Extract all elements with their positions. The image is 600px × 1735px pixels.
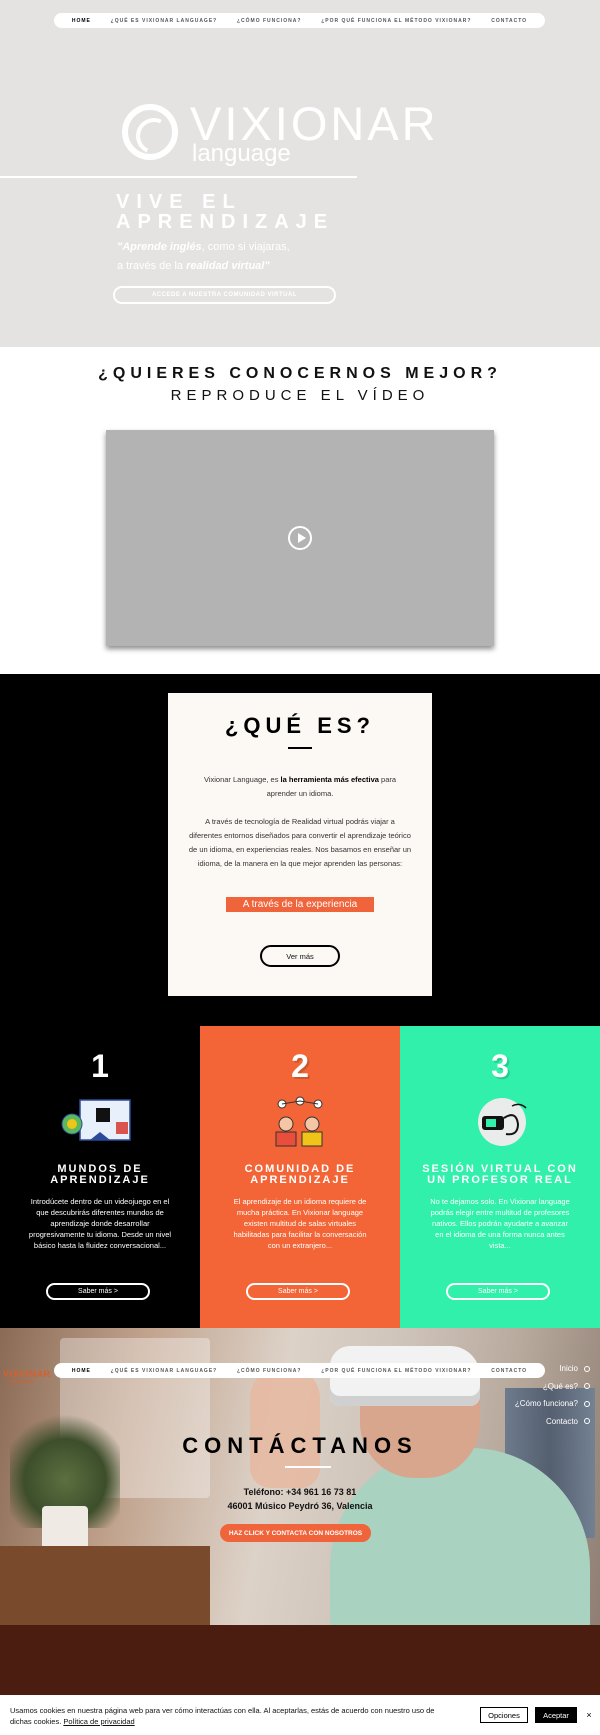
sticky-nav-por-que-funciona[interactable]: ¿POR QUÉ FUNCIONA EL MÉTODO VIXIONAR? <box>321 1368 471 1374</box>
feature-title-2: COMUNIDAD DE APRENDIZAJE <box>244 1163 356 1186</box>
nav-por-que-funciona[interactable]: ¿POR QUÉ FUNCIONA EL MÉTODO VIXIONAR? <box>321 18 471 24</box>
sticky-nav-home[interactable]: HOME <box>72 1368 91 1374</box>
side-nav-inicio-label: Inicio <box>559 1364 578 1374</box>
vr-headset-icon <box>478 1098 527 1146</box>
que-es-paragraph-1: Vixionar Language, es la herramienta más… <box>188 773 412 801</box>
video-section: ¿QUIERES CONOCERNOS MEJOR? REPRODUCE EL … <box>0 347 600 674</box>
feature-title-1: MUNDOS DE APRENDIZAJE <box>50 1163 150 1186</box>
feature-number-2: 2 <box>291 1048 309 1084</box>
hero-quote-bold-1: "Aprende inglés <box>117 241 202 253</box>
cookie-banner: Usamos cookies en nuestra página web par… <box>0 1695 600 1735</box>
footer-band <box>0 1625 600 1695</box>
video-player[interactable] <box>106 430 494 646</box>
nav-contacto[interactable]: CONTACTO <box>491 18 527 24</box>
feature-number-1: 1 <box>91 1048 109 1084</box>
side-nav-inicio[interactable]: Inicio <box>480 1360 590 1378</box>
side-nav-contacto[interactable]: Contacto <box>480 1413 590 1431</box>
cookie-options-button[interactable]: Opciones <box>480 1707 528 1723</box>
feature-text-1: Introdúcete dentro de un videojuego en e… <box>28 1197 172 1250</box>
que-es-p1-bold: la herramienta más efectiva <box>280 775 379 784</box>
nav-que-es[interactable]: ¿QUÉ ES VIXIONAR LANGUAGE? <box>111 18 218 24</box>
circle-icon <box>584 1418 590 1425</box>
circle-icon <box>584 1400 590 1407</box>
side-nav-contacto-label: Contacto <box>545 1416 578 1426</box>
nav-home[interactable]: HOME <box>72 18 91 24</box>
background-table <box>0 1546 210 1625</box>
privacy-policy-link[interactable]: Política de privacidad <box>63 1717 134 1726</box>
person-hand <box>250 1368 320 1488</box>
close-icon[interactable]: × <box>584 1707 594 1723</box>
top-nav: HOME ¿QUÉ ES VIXIONAR LANGUAGE? ¿CÓMO FU… <box>54 13 545 28</box>
que-es-title: ¿QUÉ ES? <box>224 713 375 738</box>
sticky-nav-que-es[interactable]: ¿QUÉ ES VIXIONAR LANGUAGE? <box>111 1368 218 1374</box>
contact-phone: Teléfono: +34 961 16 73 81 <box>243 1487 357 1497</box>
video-heading: ¿QUIERES CONOCERNOS MEJOR? <box>98 365 502 382</box>
feature-column-2: 2 COMUNIDAD DE APRENDIZAJE El aprendizaj… <box>200 1026 400 1328</box>
sticky-nav-como-funciona[interactable]: ¿CÓMO FUNCIONA? <box>237 1368 301 1374</box>
sticky-nav: HOME ¿QUÉ ES VIXIONAR LANGUAGE? ¿CÓMO FU… <box>54 1363 545 1378</box>
contact-us-button[interactable]: HAZ CLICK Y CONTACTA CON NOSOTROS <box>220 1524 371 1542</box>
contact-logo-wordmark: VIXIONAR <box>3 1369 51 1379</box>
hero-divider <box>0 176 357 178</box>
saber-mas-button-2[interactable]: Saber más > <box>246 1283 350 1300</box>
contact-logo-subtitle: language <box>10 1379 35 1385</box>
side-nav-que-es[interactable]: ¿Qué es? <box>480 1378 590 1396</box>
side-nav-que-es-label: ¿Qué es? <box>542 1381 578 1391</box>
que-es-paragraph-2: A través de tecnología de Realidad virtu… <box>188 817 412 868</box>
contact-divider <box>285 1466 331 1468</box>
join-community-button[interactable]: ACCEDE A NUESTRA COMUNIDAD VIRTUAL <box>113 286 336 304</box>
side-anchor-nav: Inicio ¿Qué es? ¿Cómo funciona? Contacto <box>480 1360 590 1430</box>
hero-quote-bold-2: realidad virtual" <box>186 260 270 272</box>
feature-text-3: No te dejamos solo. En Vixionar language… <box>430 1197 570 1250</box>
saber-mas-button-3[interactable]: Saber más > <box>446 1283 550 1300</box>
side-nav-como-funciona-label: ¿Cómo funciona? <box>514 1399 578 1409</box>
hero-logo-subtitle: language <box>192 140 291 167</box>
saber-mas-button-1[interactable]: Saber más > <box>46 1283 150 1300</box>
feature-column-1: 1 MUNDOS DE APRENDIZAJE Introdúcete dent… <box>0 1026 200 1328</box>
nav-como-funciona[interactable]: ¿CÓMO FUNCIONA? <box>237 18 301 24</box>
cookie-text: Usamos cookies en nuestra página web par… <box>10 1705 450 1727</box>
que-es-divider <box>288 747 312 749</box>
vixionar-logo-icon <box>122 104 178 160</box>
circle-icon <box>584 1383 590 1390</box>
contact-address: 46001 Músico Peydró 36, Valencia <box>227 1501 373 1511</box>
contact-title: CONTÁCTANOS <box>182 1433 418 1458</box>
feature-text-2: El aprendizaje de un idioma requiere de … <box>233 1197 367 1250</box>
hero-title-line2: APRENDIZAJE <box>116 211 335 233</box>
hero-quote-text-1: , como si viajaras, <box>201 241 290 253</box>
que-es-p1-start: Vixionar Language, es <box>203 775 281 784</box>
circle-icon <box>584 1365 590 1372</box>
hero-quote: "Aprende inglés, como si viajaras, a tra… <box>117 238 417 276</box>
play-icon[interactable] <box>288 526 312 550</box>
que-es-card: ¿QUÉ ES? Vixionar Language, es la herram… <box>168 693 432 996</box>
feature-number-3: 3 <box>491 1048 509 1084</box>
que-es-highlight: A través de la experiencia <box>226 897 374 912</box>
learning-worlds-icon <box>61 1099 131 1141</box>
video-subheading: REPRODUCE EL VÍDEO <box>170 387 430 404</box>
hero-quote-text-2: a través de la <box>117 260 187 272</box>
hero-section: VIXIONAR language VIVE EL APRENDIZAJE "A… <box>0 0 600 347</box>
hero-title-line1: VIVE EL <box>116 191 242 213</box>
ver-mas-button[interactable]: Ver más <box>260 945 340 967</box>
community-icon <box>275 1096 323 1147</box>
side-nav-como-funciona[interactable]: ¿Cómo funciona? <box>480 1395 590 1413</box>
feature-title-3: SESIÓN VIRTUAL CON UN PROFESOR REAL <box>422 1163 578 1186</box>
hero-title: VIVE EL APRENDIZAJE <box>116 192 416 232</box>
cookie-accept-button[interactable]: Aceptar <box>535 1707 577 1723</box>
feature-column-3: 3 SESIÓN VIRTUAL CON UN PROFESOR REAL No… <box>400 1026 600 1328</box>
contact-logo[interactable]: VIXIONAR language <box>3 1369 53 1385</box>
